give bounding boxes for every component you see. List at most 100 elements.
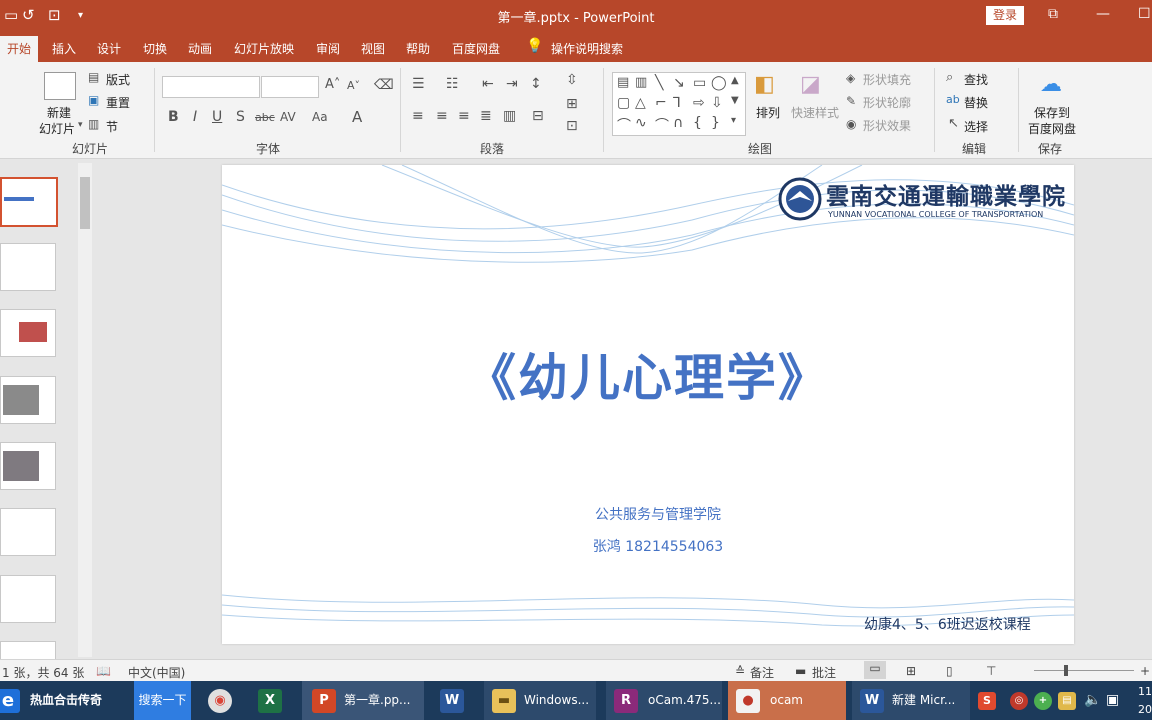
align-text-icon[interactable]: ⊟ (532, 108, 544, 124)
comments-icon[interactable]: ▬ (795, 664, 806, 678)
tab-design[interactable]: 设计 (97, 40, 121, 57)
security-icon[interactable]: + (1034, 692, 1052, 710)
bullets-icon[interactable]: ☰ (412, 76, 425, 92)
taskbar-ocam[interactable]: ● ocam (728, 681, 846, 720)
ie-icon[interactable]: e (0, 689, 20, 713)
clear-format-icon[interactable]: ⌫ (374, 77, 394, 93)
gallery-down-icon[interactable]: ▼ (731, 95, 739, 106)
gallery-more-icon[interactable]: ▾ (731, 115, 736, 126)
scribble-icon[interactable]: ∿ (635, 115, 647, 131)
tray-icon[interactable]: ▤ (1058, 692, 1076, 710)
layout-icon[interactable]: ▤ (88, 70, 99, 84)
login-button[interactable]: 登录 (986, 6, 1024, 25)
oval-icon[interactable]: ◯ (711, 75, 727, 91)
excel-icon[interactable]: X (258, 689, 282, 713)
spacing-icon[interactable]: AV (280, 110, 296, 124)
baidu-cloud-icon[interactable]: ☁ (1040, 72, 1062, 97)
slide-title[interactable]: 《幼儿心理学》 (222, 338, 1074, 410)
select-button[interactable]: 选择 (964, 118, 988, 135)
elbow-connector-icon[interactable]: ⅂ (673, 95, 681, 111)
slide-thumbnail[interactable] (0, 641, 56, 660)
rectangle-icon[interactable]: ▭ (693, 75, 706, 91)
vertical-textbox-icon[interactable]: ▥ (635, 75, 647, 90)
find-button[interactable]: 查找 (964, 71, 988, 88)
network-icon[interactable]: ▣ (1106, 681, 1119, 720)
slide-thumbnail[interactable] (0, 177, 58, 227)
new-slide-label[interactable]: 新建 (47, 104, 71, 121)
paint-bucket-icon[interactable]: ◈ (846, 71, 855, 85)
align-right-icon[interactable]: ≡ (458, 108, 470, 124)
arrange-button[interactable]: 排列 (756, 104, 780, 121)
thumbnail-scrollbar[interactable] (78, 163, 92, 657)
strikethrough-icon[interactable]: abc (255, 111, 275, 124)
shadow-icon[interactable]: S (236, 109, 245, 125)
slide-footer-text[interactable]: 幼康4、5、6班迟返校课程 (864, 614, 1031, 634)
freeform-icon[interactable]: ⌒ (617, 115, 631, 135)
chevron-down-icon[interactable]: ▾ (78, 120, 83, 130)
tab-animations[interactable]: 动画 (188, 40, 212, 57)
textbox-icon[interactable]: ▤ (617, 75, 629, 90)
clock-date[interactable]: 20 (1138, 703, 1152, 716)
volume-icon[interactable]: 🔈 (1084, 681, 1101, 720)
justify-icon[interactable]: ≣ (480, 108, 492, 124)
spellcheck-icon[interactable]: 📖 (96, 664, 111, 678)
slide-thumbnail[interactable] (0, 508, 56, 556)
tell-me-search[interactable]: 操作说明搜索 (551, 40, 623, 57)
align-center-icon[interactable]: ≡ (436, 108, 448, 124)
slide-canvas[interactable]: 雲南交通運輸職業學院 YUNNAN VOCATIONAL COLLEGE OF … (222, 165, 1074, 644)
slide-author[interactable]: 张鸿 18214554063 (222, 536, 1074, 556)
search-icon[interactable]: ⌕ (946, 70, 953, 85)
increase-font-icon[interactable]: A˄ (325, 77, 340, 92)
shape-fill-button[interactable]: 形状填充 (863, 71, 911, 88)
new-slide-label-2[interactable]: 幻灯片 (39, 120, 75, 137)
chrome-icon[interactable]: ◉ (208, 689, 232, 713)
columns-icon[interactable]: ▥ (503, 108, 516, 124)
arrow-line-icon[interactable]: ↘ (673, 75, 685, 91)
shape-outline-button[interactable]: 形状轮廓 (863, 94, 911, 111)
minimize-button[interactable]: — (1096, 6, 1110, 22)
language-status[interactable]: 中文(中国) (128, 664, 185, 681)
input-method-icon[interactable]: S (978, 692, 996, 710)
curve-icon[interactable]: ∩ (673, 115, 683, 131)
change-case-icon[interactable]: Aa (312, 110, 328, 124)
section-button[interactable]: 节 (106, 118, 118, 135)
reset-icon[interactable]: ▣ (88, 93, 99, 107)
clock-time[interactable]: 11 (1138, 685, 1152, 698)
effects-icon[interactable]: ◉ (846, 117, 856, 131)
zoom-in-icon[interactable]: + (1140, 664, 1150, 678)
numbering-icon[interactable]: ☷ (446, 76, 459, 92)
text-direction-icon[interactable]: ⇳ (566, 72, 578, 88)
scrollbar-thumb[interactable] (80, 177, 90, 229)
slide-thumbnail[interactable] (0, 442, 56, 490)
underline-icon[interactable]: U (212, 109, 222, 125)
right-arrow-icon[interactable]: ⇨ (693, 95, 705, 111)
increase-indent-icon[interactable]: ⇥ (506, 76, 518, 92)
reading-view-icon[interactable]: ▯ (946, 664, 953, 678)
layout-button[interactable]: 版式 (106, 71, 130, 88)
slide-department[interactable]: 公共服务与管理学院 (222, 504, 1074, 524)
tab-view[interactable]: 视图 (361, 40, 385, 57)
decrease-font-icon[interactable]: A˅ (347, 79, 360, 92)
pen-icon[interactable]: ✎ (846, 94, 856, 108)
replace-icon[interactable]: ab (946, 93, 960, 106)
down-arrow-icon[interactable]: ⇩ (711, 95, 723, 111)
notes-icon[interactable]: ≙ (735, 664, 745, 678)
triangle-icon[interactable]: △ (635, 95, 646, 111)
comments-button[interactable]: 批注 (812, 664, 836, 681)
decrease-indent-icon[interactable]: ⇤ (482, 76, 494, 92)
cursor-icon[interactable]: ↖ (948, 116, 959, 131)
maximize-button[interactable]: ☐ (1138, 6, 1151, 22)
italic-icon[interactable]: I (193, 109, 197, 125)
gallery-up-icon[interactable]: ▲ (731, 75, 739, 86)
font-color-icon[interactable]: A (352, 108, 362, 126)
taskbar-ocam-file[interactable]: R oCam.475... (606, 681, 722, 720)
slide-thumbnail[interactable] (0, 575, 56, 623)
replace-button[interactable]: 替换 (964, 94, 988, 111)
align-left-icon[interactable]: ≡ (412, 108, 424, 124)
slide-thumbnail[interactable] (0, 243, 56, 291)
line-icon[interactable]: ╲ (655, 75, 663, 91)
tab-help[interactable]: 帮助 (406, 40, 430, 57)
bold-icon[interactable]: B (168, 109, 179, 125)
convert-smartart-icon[interactable]: ⊡ (566, 118, 578, 134)
slide-thumbnail[interactable] (0, 376, 56, 424)
